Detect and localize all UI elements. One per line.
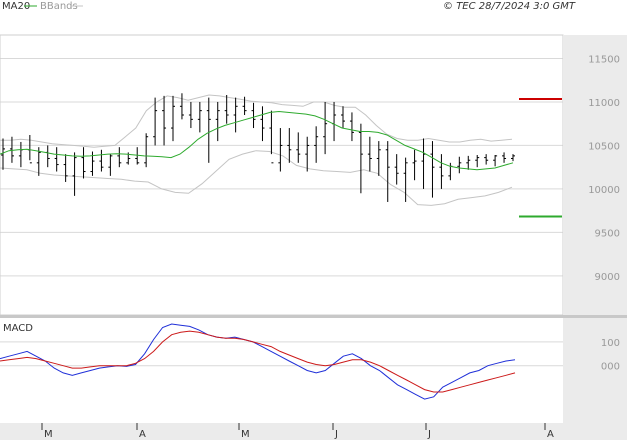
stock-chart: 110349683 MA20 BBands © TEC 28/7/2024 3:… — [0, 1, 627, 440]
ohlc-bar — [305, 136, 310, 172]
ohlc-bar — [376, 141, 381, 176]
ohlc-bar — [349, 112, 354, 142]
ohlc-bar — [233, 97, 238, 133]
ohlc-bar — [332, 101, 337, 142]
price-tick-label: 10000 — [588, 185, 620, 196]
ohlc-bar — [394, 154, 399, 185]
ohlc-bar — [188, 101, 193, 129]
ohlc-bar — [45, 145, 50, 168]
macd-line — [0, 323, 516, 400]
x-tick-label: M — [241, 429, 250, 440]
ohlc-bar — [108, 154, 113, 176]
ohlc-bar — [27, 135, 32, 164]
ohlc-bar — [475, 155, 480, 168]
copyright-timestamp: © TEC 28/7/2024 3:0 GMT — [443, 1, 576, 12]
ohlc-bar — [323, 101, 328, 155]
bband-upper-line — [0, 94, 513, 148]
ohlc-bar — [179, 93, 184, 120]
ohlc-bar — [314, 126, 319, 163]
x-tick-label: M — [44, 429, 53, 440]
ohlc-bar — [341, 106, 345, 129]
ohlc-bar — [439, 154, 444, 189]
ohlc-bar — [1, 138, 5, 170]
ohlc-bar — [206, 97, 211, 163]
x-axis-panel — [0, 423, 627, 440]
price-tick-label: 9000 — [595, 272, 620, 283]
panel-separator — [0, 315, 627, 318]
ohlc-bar — [269, 110, 274, 164]
ohlc-bar — [421, 138, 426, 189]
price-tick-label: 9500 — [595, 228, 620, 239]
ohlc-bar — [358, 123, 363, 194]
x-tick-label: A — [139, 429, 146, 440]
ohlc-bar — [493, 155, 498, 167]
ohlc-bar — [215, 101, 220, 142]
price-tick-label: 10500 — [588, 141, 620, 152]
ohlc-bar — [412, 149, 417, 181]
ohlc-bar — [260, 106, 265, 142]
price-tick-label: 11000 — [588, 98, 620, 109]
x-tick-label: J — [334, 429, 338, 440]
price-gridlines — [0, 57, 563, 277]
ohlc-bar — [484, 154, 489, 165]
x-tick-label: J — [427, 429, 431, 440]
ohlc-bar — [135, 147, 140, 165]
ohlc-bar — [511, 154, 515, 162]
macd-signal-line — [0, 330, 516, 393]
macd-title: MACD — [3, 323, 33, 334]
ohlc-bar — [466, 155, 471, 170]
macd-tick-label: 100 — [601, 338, 620, 349]
x-tick-label: A — [547, 429, 554, 440]
ohlc-bar — [224, 95, 229, 124]
ma20-line — [0, 110, 514, 171]
ohlc-bar — [296, 132, 301, 163]
ohlc-bar — [367, 136, 372, 172]
ohlc-bar — [144, 133, 149, 168]
ohlc-bar — [162, 95, 167, 146]
ohlc-bar — [81, 147, 86, 179]
ohlc-bar — [54, 147, 59, 172]
price-tick-label: 11500 — [588, 54, 620, 65]
ohlc-bar — [502, 152, 507, 163]
ohlc-bar — [99, 149, 104, 172]
ohlc-bar — [457, 156, 462, 174]
price-bars — [1, 93, 515, 202]
ohlc-bar — [385, 141, 390, 202]
price-panel: 110349683 — [0, 34, 623, 316]
ohlc-bar — [171, 95, 175, 142]
ohlc-bar — [117, 147, 122, 168]
ohlc-bar — [251, 102, 256, 129]
ohlc-bar — [278, 128, 283, 172]
macd-panel — [0, 323, 563, 400]
macd-gridlines — [0, 341, 563, 367]
ohlc-bar — [197, 101, 202, 133]
macd-tick-label: 000 — [601, 362, 620, 373]
ohlc-bar — [63, 154, 68, 182]
